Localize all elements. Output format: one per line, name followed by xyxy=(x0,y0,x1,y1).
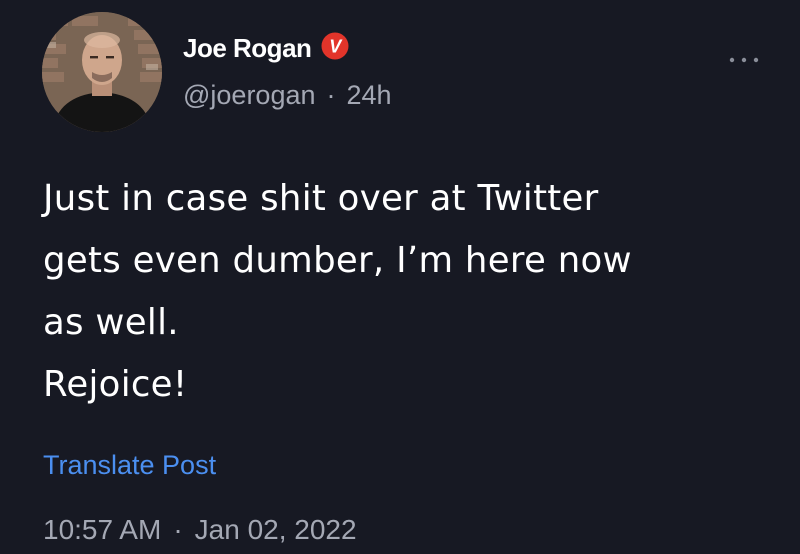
author-handle[interactable]: @joerogan xyxy=(183,80,316,110)
post-time: 10:57 AM xyxy=(43,514,162,545)
relative-time[interactable]: 24h xyxy=(347,80,392,110)
post-text: Just in case shit over at Twitter gets e… xyxy=(43,168,763,416)
timestamp-separator: · xyxy=(173,514,183,545)
post-date: Jan 02, 2022 xyxy=(194,514,357,545)
post-text-line: as well. xyxy=(43,302,179,343)
verified-badge-icon: V xyxy=(321,32,349,60)
author-name[interactable]: Joe Rogan V xyxy=(183,32,349,62)
post-text-line: Just in case shit over at Twitter xyxy=(43,178,599,219)
author-meta: @joerogan · 24h xyxy=(183,82,392,109)
post-text-line: gets even dumber, I’m here now xyxy=(43,240,632,281)
post-timestamp: 10:57 AM · Jan 02, 2022 xyxy=(43,516,357,544)
meta-separator: · xyxy=(326,80,336,110)
post-text-line: Rejoice! xyxy=(43,364,188,405)
avatar-photo xyxy=(42,12,162,132)
translate-post-link[interactable]: Translate Post xyxy=(43,452,216,479)
author-avatar[interactable] xyxy=(42,12,162,132)
more-options-icon[interactable] xyxy=(722,48,766,72)
post-card: Joe Rogan V @joerogan · 24h Just in case s… xyxy=(0,0,800,554)
author-name-text[interactable]: Joe Rogan xyxy=(183,35,312,61)
